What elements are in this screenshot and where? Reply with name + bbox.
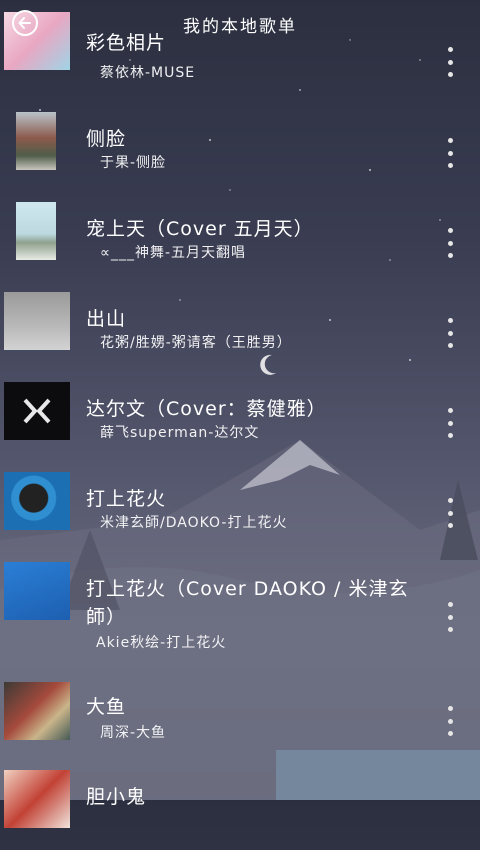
song-title: 胆小鬼 (86, 786, 147, 808)
arrow-left-icon (18, 17, 31, 29)
page-title: 我的本地歌单 (183, 16, 297, 37)
song-title: 宠上天（Cover 五月天） (86, 218, 314, 240)
list-item[interactable]: 打上花火（Cover DAOKO / 米津玄 師） Akie秋绘-打上花火 (0, 550, 480, 660)
song-artist: 周深-大鱼 (100, 725, 167, 741)
song-artist: Akie秋绘-打上花火 (96, 635, 227, 651)
more-options-icon[interactable] (444, 706, 456, 736)
album-cover (4, 292, 70, 350)
album-cover (4, 770, 70, 828)
song-title: 侧脸 (86, 128, 127, 150)
album-cover (16, 202, 56, 260)
x-logo-icon (23, 398, 51, 424)
list-item[interactable]: 侧脸 于果-侧脸 (0, 100, 480, 190)
album-cover (16, 112, 56, 170)
song-title: 打上花火 (86, 488, 167, 510)
album-cover (4, 382, 70, 440)
more-options-icon[interactable] (444, 498, 456, 528)
album-cover (4, 562, 70, 620)
more-options-icon[interactable] (444, 228, 456, 258)
more-options-icon[interactable] (444, 408, 456, 438)
album-cover (4, 682, 70, 740)
more-options-icon[interactable] (444, 318, 456, 348)
song-artist: 米津玄師/DAOKO-打上花火 (100, 515, 288, 531)
back-button[interactable] (12, 10, 38, 36)
list-item[interactable]: 出山 花粥/胜娚-粥请客（王胜男） (0, 280, 480, 370)
song-title: 出山 (86, 308, 127, 330)
song-title: 达尔文（Cover：蔡健雅） (86, 398, 327, 420)
song-artist: 薛飞superman-达尔文 (100, 425, 260, 441)
song-title-line2: 師） (86, 606, 127, 628)
more-options-icon[interactable] (444, 602, 456, 632)
album-cover (4, 472, 70, 530)
song-artist: 蔡依林-MUSE (100, 65, 196, 81)
more-options-icon[interactable] (444, 47, 456, 77)
list-item[interactable]: 大鱼 周深-大鱼 (0, 670, 480, 760)
header-bar: 我的本地歌单 (0, 0, 480, 48)
song-title: 大鱼 (86, 696, 127, 718)
list-item[interactable]: 打上花火 米津玄師/DAOKO-打上花火 (0, 460, 480, 550)
more-options-icon[interactable] (444, 138, 456, 168)
list-item[interactable]: 胆小鬼 (0, 760, 480, 850)
song-artist: ∝___神舞-五月天翻唱 (100, 245, 247, 261)
list-item[interactable]: 达尔文（Cover：蔡健雅） 薛飞superman-达尔文 (0, 370, 480, 460)
song-artist: 于果-侧脸 (100, 155, 167, 171)
song-artist: 花粥/胜娚-粥请客（王胜男） (100, 335, 292, 351)
song-title: 打上花火（Cover DAOKO / 米津玄 (86, 578, 409, 600)
list-item[interactable]: 宠上天（Cover 五月天） ∝___神舞-五月天翻唱 (0, 190, 480, 280)
